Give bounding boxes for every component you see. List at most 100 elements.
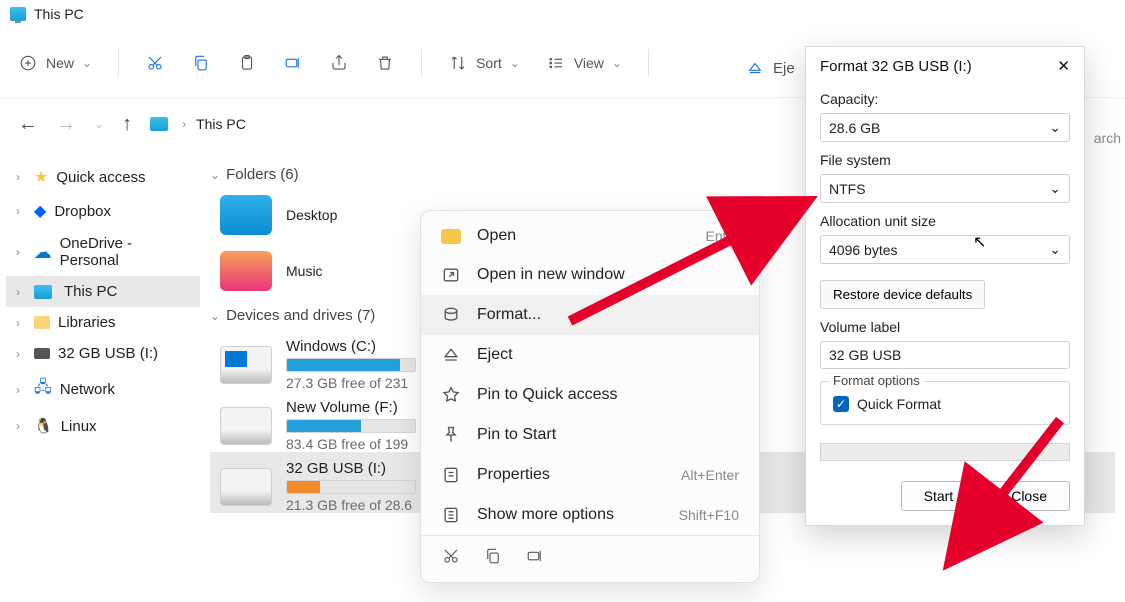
select-value: NTFS: [829, 181, 866, 197]
eject-icon: [441, 345, 461, 365]
sidebar-label: Quick access: [56, 169, 145, 186]
separator: [421, 49, 422, 77]
cut-icon[interactable]: [145, 53, 165, 73]
chevron-down-icon[interactable]: ⌄: [94, 117, 104, 131]
drive-sub: 27.3 GB free of 231: [286, 375, 416, 391]
sidebar-item-linux[interactable]: ›🐧Linux: [6, 410, 200, 442]
drive-name: 32 GB USB (I:): [286, 460, 416, 477]
sidebar-item-libraries[interactable]: ›Libraries: [6, 307, 200, 338]
star-icon: ★: [34, 167, 48, 187]
nav-up[interactable]: ↑: [122, 113, 132, 136]
sort-label: Sort: [476, 55, 502, 71]
share-icon[interactable]: [329, 53, 349, 73]
ctx-format[interactable]: Format...: [421, 295, 759, 335]
close-icon[interactable]: ✕: [1057, 57, 1070, 75]
sidebar-item-network[interactable]: ›🖧Network: [6, 369, 200, 410]
ctx-label: Properties: [477, 466, 550, 484]
separator: [648, 49, 649, 77]
copy-icon[interactable]: [483, 546, 503, 566]
select-value: 28.6 GB: [829, 120, 880, 136]
thispc-icon: [34, 285, 52, 299]
usb-drive-icon: [34, 348, 50, 359]
thispc-icon: [10, 7, 26, 21]
quick-format-checkbox[interactable]: ✓ Quick Format: [833, 396, 1057, 412]
ctx-label: Show more options: [477, 506, 614, 524]
copy-icon[interactable]: [191, 53, 211, 73]
rename-icon[interactable]: [283, 53, 303, 73]
ctx-open-new-window[interactable]: Open in new window: [421, 255, 759, 295]
sidebar-item-thispc[interactable]: ›This PC: [6, 276, 200, 307]
start-button[interactable]: Start: [901, 481, 977, 511]
ctx-properties[interactable]: Properties Alt+Enter: [421, 455, 759, 495]
format-icon: [441, 305, 461, 325]
ctx-label: Eject: [477, 346, 513, 364]
ctx-label: Format...: [477, 306, 541, 324]
ctx-label: Open: [477, 227, 516, 245]
cut-icon[interactable]: [441, 546, 461, 566]
ctx-open[interactable]: Open Enter: [421, 217, 759, 255]
ctx-pin-quick[interactable]: Pin to Quick access: [421, 375, 759, 415]
progress-bar: [820, 443, 1070, 461]
ctx-eject[interactable]: Eject: [421, 335, 759, 375]
eject-button[interactable]: Eje: [745, 58, 795, 78]
section-title: Folders (6): [226, 166, 299, 183]
open-new-window-icon: [441, 265, 461, 285]
ctx-pin-start[interactable]: Pin to Start: [421, 415, 759, 455]
drive-icon: [220, 346, 272, 384]
cloud-icon: ☁: [34, 242, 52, 263]
checkbox-label: Quick Format: [857, 396, 941, 412]
mouse-cursor-icon: ↖: [973, 232, 986, 252]
allocation-select[interactable]: 4096 bytes⌄: [820, 235, 1070, 264]
eject-icon: [745, 58, 765, 78]
music-folder-icon: [220, 251, 272, 291]
chevron-down-icon: ⌄: [612, 56, 622, 70]
network-icon: 🖧: [34, 376, 52, 403]
ctx-show-more[interactable]: Show more options Shift+F10: [421, 495, 759, 535]
pin-icon: [441, 425, 461, 445]
properties-icon: [441, 465, 461, 485]
ctx-label: Open in new window: [477, 266, 625, 284]
sort-icon: [448, 53, 468, 73]
paste-icon[interactable]: [237, 53, 257, 73]
drive-name: Windows (C:): [286, 338, 416, 355]
new-button[interactable]: New ⌄: [18, 53, 92, 73]
allocation-label: Allocation unit size: [820, 213, 1070, 229]
nav-forward[interactable]: →: [56, 113, 76, 136]
view-button[interactable]: View ⌄: [546, 53, 622, 73]
restore-defaults-button[interactable]: Restore device defaults: [820, 280, 985, 309]
linux-icon: 🐧: [34, 417, 53, 435]
sidebar-item-quick-access[interactable]: ›★Quick access: [6, 160, 200, 194]
input-value: 32 GB USB: [829, 347, 901, 363]
drive-sub: 83.4 GB free of 199: [286, 436, 416, 452]
drive-icon: [220, 407, 272, 445]
folder-label: Desktop: [286, 207, 337, 223]
capacity-label: Capacity:: [820, 91, 1070, 107]
folder-icon: [441, 229, 461, 244]
more-options-icon: [441, 505, 461, 525]
dialog-title: Format 32 GB USB (I:): [820, 58, 972, 75]
filesystem-label: File system: [820, 152, 1070, 168]
nav-back[interactable]: ←: [18, 113, 38, 136]
volume-label-input[interactable]: 32 GB USB: [820, 341, 1070, 369]
group-title: Format options: [829, 373, 924, 388]
filesystem-select[interactable]: NTFS⌄: [820, 174, 1070, 203]
close-button[interactable]: Close: [988, 481, 1070, 511]
usb-drive-icon: [220, 468, 272, 506]
folder-label: Music: [286, 263, 323, 279]
breadcrumb-thispc[interactable]: This PC: [196, 116, 246, 132]
sidebar-label: Linux: [61, 418, 97, 435]
capacity-select[interactable]: 28.6 GB⌄: [820, 113, 1070, 142]
sidebar-item-dropbox[interactable]: ›◆Dropbox: [6, 194, 200, 228]
format-options-group: Format options ✓ Quick Format: [820, 381, 1070, 425]
sidebar: ›★Quick access ›◆Dropbox ›☁OneDrive - Pe…: [0, 150, 200, 602]
section-title: Devices and drives (7): [226, 307, 375, 324]
chevron-down-icon: ⌄: [510, 56, 520, 70]
rename-icon[interactable]: [525, 546, 545, 566]
delete-icon[interactable]: [375, 53, 395, 73]
sort-button[interactable]: Sort ⌄: [448, 53, 520, 73]
sidebar-item-onedrive[interactable]: ›☁OneDrive - Personal: [6, 228, 200, 276]
dropbox-icon: ◆: [34, 201, 46, 221]
sidebar-label: OneDrive - Personal: [60, 235, 190, 269]
sidebar-item-usb[interactable]: ›32 GB USB (I:): [6, 338, 200, 369]
plus-circle-icon: [18, 53, 38, 73]
